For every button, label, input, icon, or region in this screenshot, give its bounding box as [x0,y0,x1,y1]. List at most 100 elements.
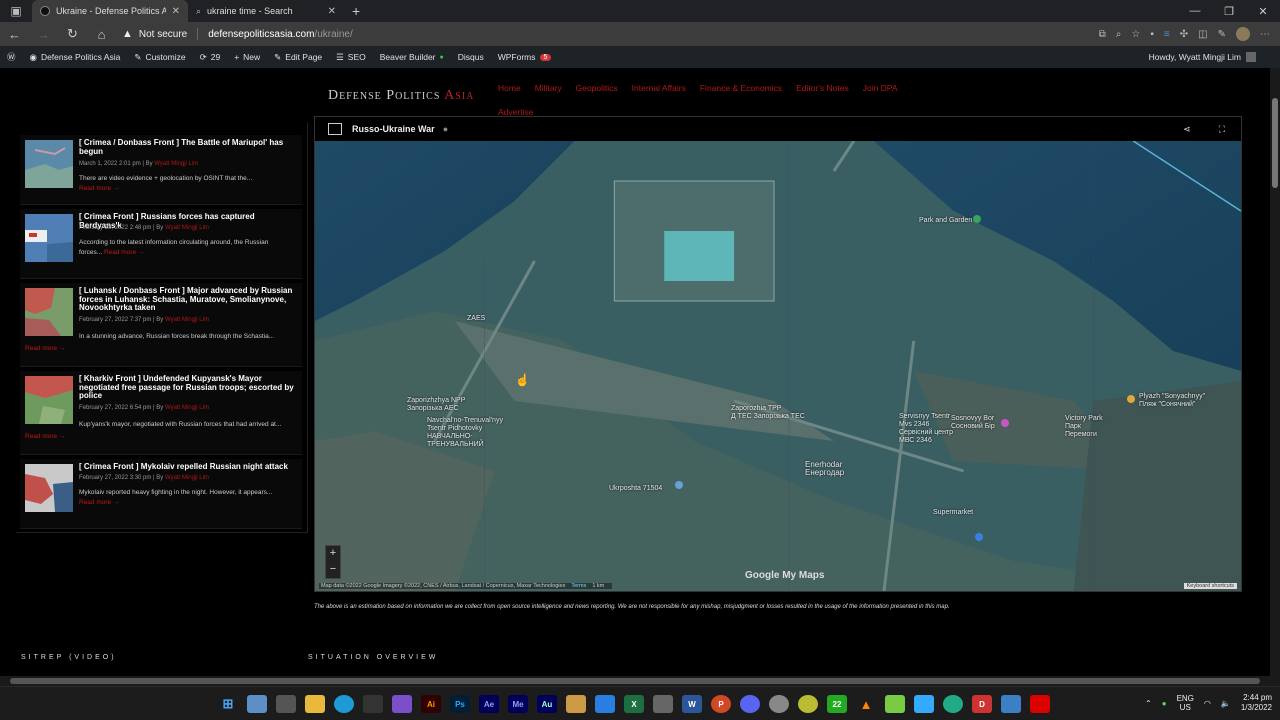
collections-icon[interactable]: ◫ [1198,29,1207,40]
clock[interactable]: 2:44 pm 1/3/2022 [1241,693,1272,713]
favorite-icon[interactable]: ☆ [1131,29,1140,40]
map-pin-icon[interactable] [675,481,683,489]
post-author[interactable]: Wyatt Mingji Lim [165,317,209,323]
nav-geopolitics[interactable]: Geopolitics [576,76,618,100]
close-tab-icon[interactable]: ✕ [172,6,180,17]
zoom-out-button[interactable]: − [326,562,340,578]
file-explorer-icon[interactable] [305,695,325,713]
vertical-scrollbar[interactable] [1270,68,1280,676]
map-panel-icon[interactable] [328,123,342,135]
horizontal-scrollbar[interactable] [0,676,1280,686]
app-icon[interactable] [798,695,818,713]
zoom-in-button[interactable]: + [326,546,340,562]
app-icon[interactable] [653,695,673,713]
post-author[interactable]: Wyatt Mingji Lim [165,225,209,231]
terms-link[interactable]: Terms [571,583,586,589]
fullscreen-icon[interactable]: ⛶ [1219,124,1225,135]
photos-icon[interactable] [247,695,267,713]
avatar[interactable] [1236,27,1250,41]
edge-icon[interactable] [334,695,354,713]
post-thumbnail[interactable] [25,288,73,336]
close-window-icon[interactable]: ✕ [1246,5,1280,18]
post-title[interactable]: [ Kharkiv Front ] Undefended Kupyansk's … [79,374,299,401]
post-author[interactable]: Wyatt Mingji Lim [165,475,209,481]
tab-ukraine[interactable]: Ukraine - Defense Politics Asia ✕ [32,0,188,22]
share-icon[interactable]: ⋖ [1183,124,1191,135]
app-icon[interactable] [1001,695,1021,713]
map-pin-icon[interactable] [975,533,983,541]
url-field[interactable]: ▲ Not secure defensepoliticsasia.com/ukr… [122,28,353,40]
post-author[interactable]: Wyatt Mingji Lim [165,405,209,411]
start-icon[interactable]: ⊞ [218,695,238,713]
app-icon[interactable] [566,695,586,713]
powerpoint-icon[interactable]: P [711,695,731,713]
media-encoder-icon[interactable]: Me [508,695,528,713]
new-content-link[interactable]: + New [227,52,267,62]
post-title[interactable]: [ Crimea / Donbass Front ] The Battle of… [79,138,299,156]
map-pin-icon[interactable] [1127,395,1135,403]
home-icon[interactable]: ⌂ [87,27,116,42]
disqus-link[interactable]: Disqus [451,52,491,62]
acrobat-icon[interactable] [1030,695,1050,713]
scrollbar-thumb[interactable] [1272,98,1278,188]
nav-editors-notes[interactable]: Editor's Notes [796,76,849,100]
read-more-link[interactable]: Read more → [25,345,65,352]
discord-icon[interactable] [740,695,760,713]
language-indicator[interactable]: ENG US [1177,694,1194,712]
app-icon[interactable] [363,695,383,713]
app-icon[interactable] [769,695,789,713]
read-more-link[interactable]: Read more → [25,433,65,440]
site-logo[interactable]: Defense Politics Asia [328,88,474,104]
post-thumbnail[interactable] [25,214,73,262]
read-more-link[interactable]: Read more → [104,249,144,256]
mic-icon[interactable]: ● [1162,699,1167,708]
chevron-up-icon[interactable]: ⌃ [1145,699,1152,708]
photoshop-icon[interactable]: Ps [450,695,470,713]
user-menu[interactable]: Howdy, Wyatt Mingji Lim [1149,52,1280,62]
close-tab-icon[interactable]: ✕ [328,6,336,17]
puzzle-icon[interactable]: ✣ [1180,29,1188,40]
volume-icon[interactable]: 🔈 [1221,699,1231,708]
minimize-icon[interactable]: — [1178,5,1212,18]
reload-icon[interactable]: ↻ [58,26,87,42]
admin-site-name[interactable]: ◉ Defense Politics Asia [23,52,128,63]
visual-studio-icon[interactable] [392,695,412,713]
nav-internal-affairs[interactable]: Internal Affairs [632,76,686,100]
app-icon[interactable] [885,695,905,713]
wordpress-logo-icon[interactable]: Ⓦ [0,51,23,63]
map-pin-icon[interactable] [973,215,981,223]
customize-link[interactable]: ✎ Customize [127,52,192,63]
extension-blue-icon[interactable]: ≡ [1164,29,1170,40]
keyboard-shortcuts-link[interactable]: Keyboard shortcuts [1183,583,1237,589]
map-pin-icon[interactable] [1001,419,1009,427]
notes-icon[interactable] [595,695,615,713]
post-thumbnail[interactable] [25,376,73,424]
read-aloud-icon[interactable]: ⧉ [1099,29,1106,40]
after-effects-icon[interactable]: Ae [479,695,499,713]
seo-link[interactable]: ☰ SEO [329,52,373,63]
window-menu-icon[interactable]: ▣ [0,4,32,18]
satellite-map[interactable] [315,141,1241,592]
map-menu-dot-icon[interactable]: ● [443,124,448,134]
excel-icon[interactable]: X [624,695,644,713]
zoom-icon[interactable]: ⌕ [1116,29,1122,40]
nav-join[interactable]: Join DPA [863,76,898,100]
updates-link[interactable]: ⟳ 29 [193,52,228,63]
app-icon[interactable] [943,695,963,713]
post-thumbnail[interactable] [25,140,73,188]
app-icon[interactable]: D [972,695,992,713]
edit-page-link[interactable]: ✎ Edit Page [267,52,329,63]
new-tab-button[interactable]: + [344,3,368,19]
app-icon[interactable] [914,695,934,713]
app-icon[interactable]: 22 [827,695,847,713]
wpforms-link[interactable]: WPForms 5 [491,52,559,62]
nav-home[interactable]: Home [498,76,521,100]
vlc-icon[interactable]: ▲ [856,695,876,713]
audition-icon[interactable]: Au [537,695,557,713]
tab-search[interactable]: ⌕ ukraine time - Search ✕ [188,0,344,22]
wifi-icon[interactable]: ◠ [1204,699,1211,708]
read-more-link[interactable]: Read more → [79,185,119,192]
scrollbar-thumb[interactable] [10,678,1260,684]
post-thumbnail[interactable] [25,464,73,512]
calculator-icon[interactable] [276,695,296,713]
